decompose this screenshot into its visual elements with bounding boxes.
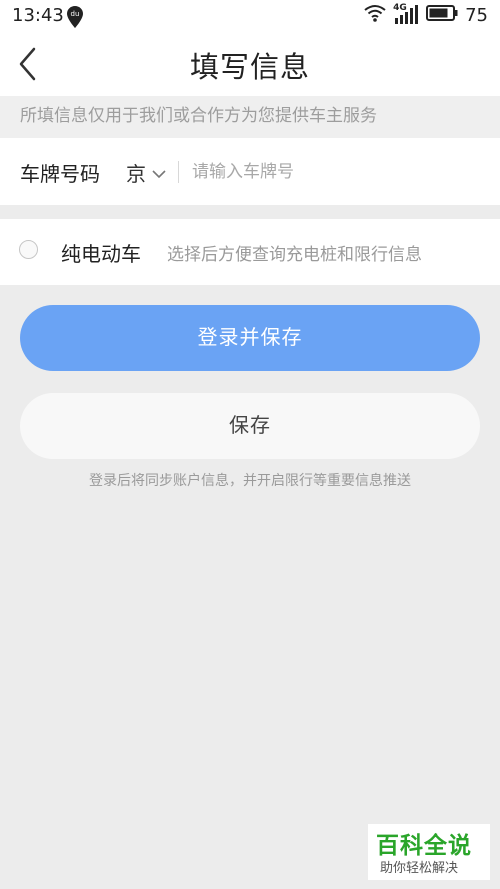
chevron-down-icon[interactable] (151, 164, 167, 183)
battery-level: 75 (465, 4, 488, 26)
wifi-icon (364, 4, 386, 26)
nav-bar: 填写信息 (0, 32, 500, 96)
status-time: 13:43 (12, 5, 64, 26)
save-button[interactable]: 保存 (20, 393, 480, 459)
watermark-subtitle: 助你轻松解决 (380, 861, 459, 876)
electric-car-row[interactable]: 纯电动车 选择后方便查询充电桩和限行信息 (0, 219, 500, 285)
watermark-title: 百科全说 (376, 833, 472, 859)
battery-icon (426, 5, 458, 25)
plate-number-input[interactable] (190, 156, 484, 188)
plate-number-label: 车牌号码 (20, 162, 100, 186)
location-pin-icon: du (67, 6, 83, 32)
login-and-save-button[interactable]: 登录并保存 (20, 305, 480, 371)
plate-number-row: 车牌号码 京 (0, 138, 500, 205)
page-title: 填写信息 (189, 50, 310, 84)
divider (178, 161, 179, 183)
login-hint: 登录后将同步账户信息，并开启限行等重要信息推送 (89, 473, 411, 489)
electric-car-radio[interactable] (19, 240, 38, 259)
status-bar: 13:43 du 4G 75 (0, 0, 500, 32)
electric-car-label: 纯电动车 (61, 242, 141, 266)
privacy-notice: 所填信息仅用于我们或合作方为您提供车主服务 (0, 96, 500, 138)
status-icons: 4G 75 (364, 3, 488, 26)
cellular-signal-icon: 4G (393, 3, 419, 25)
electric-car-description: 选择后方便查询充电桩和限行信息 (167, 245, 422, 265)
province-selector[interactable]: 京 (126, 158, 146, 187)
svg-text:du: du (71, 10, 80, 18)
watermark-logo: 百科全说 助你轻松解决 (368, 824, 490, 880)
